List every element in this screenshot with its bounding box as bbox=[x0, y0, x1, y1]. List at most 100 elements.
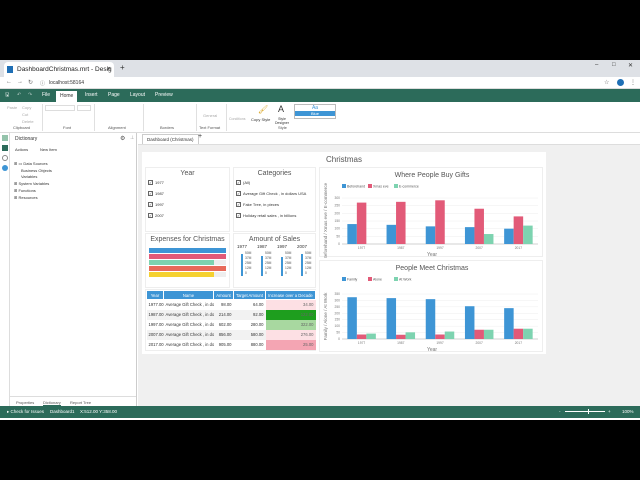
font-name-select[interactable] bbox=[45, 105, 75, 111]
checkbox-checked-icon[interactable]: ✓ bbox=[148, 180, 153, 185]
checkbox-checked-icon[interactable]: ✓ bbox=[148, 202, 153, 207]
tab-title: DashboardChristmas.mrt - Desig bbox=[17, 66, 112, 73]
style-designer-button[interactable]: Style Designer bbox=[274, 117, 290, 125]
checkbox-checked-icon[interactable]: ✓ bbox=[236, 191, 241, 196]
zoom-out-icon[interactable]: - bbox=[559, 409, 561, 414]
menu-icon[interactable]: ⋮ bbox=[630, 79, 636, 86]
filter-item[interactable]: ✓ Holiday retail sales , in billions bbox=[236, 210, 315, 221]
delete-button[interactable]: Delete bbox=[22, 119, 34, 124]
close-window-icon[interactable]: ✕ bbox=[628, 62, 633, 69]
tree-item[interactable]: Variables bbox=[14, 174, 52, 181]
copy-style-icon: 🖌 bbox=[258, 105, 269, 114]
checkbox-checked-icon[interactable]: ✓ bbox=[148, 191, 153, 196]
reload-icon[interactable]: ↻ bbox=[28, 79, 33, 86]
actions-menu[interactable]: Actions bbox=[15, 147, 28, 152]
column-header[interactable]: Increase over a Decade bbox=[265, 290, 316, 300]
tab-file[interactable]: File bbox=[42, 92, 50, 98]
text-format-select[interactable]: General bbox=[203, 113, 217, 118]
url-input[interactable]: localhost:58164 bbox=[49, 80, 84, 86]
tab-preview[interactable]: Preview bbox=[155, 92, 173, 98]
zoom-in-icon[interactable]: + bbox=[608, 409, 611, 414]
add-page-icon[interactable]: + bbox=[198, 133, 202, 140]
paste-button[interactable]: Paste bbox=[7, 105, 17, 110]
copy-button[interactable]: Copy bbox=[22, 105, 31, 110]
tab-page[interactable]: Page bbox=[108, 92, 120, 98]
bar bbox=[474, 329, 484, 339]
legend-label: Xmas eve bbox=[373, 185, 389, 189]
font-size-select[interactable] bbox=[77, 105, 91, 111]
column-header[interactable]: Amount bbox=[213, 290, 234, 300]
bar bbox=[396, 334, 406, 339]
table-cell: 1987.00 bbox=[146, 309, 164, 320]
gear-icon[interactable]: ⚙ bbox=[120, 135, 125, 142]
tab-layout[interactable]: Layout bbox=[130, 92, 145, 98]
browser-tab[interactable]: DashboardChristmas.mrt - Desig ✕ bbox=[4, 62, 114, 77]
back-icon[interactable]: ← bbox=[6, 79, 12, 85]
status-bar: ▸ Check for Issues Dashboard1 X:512.00 Y… bbox=[0, 406, 640, 418]
undo-icon[interactable]: ↶ bbox=[17, 92, 21, 98]
copy-style-button[interactable]: Copy Style bbox=[251, 117, 270, 122]
bookmark-star-icon[interactable]: ☆ bbox=[604, 79, 609, 86]
pin-icon[interactable]: ⊥ bbox=[130, 135, 134, 141]
chart-icon[interactable] bbox=[2, 145, 8, 151]
filter-item[interactable]: ✓ 2007 bbox=[148, 210, 229, 221]
minimize-icon[interactable]: – bbox=[595, 62, 598, 68]
column-header[interactable]: Year bbox=[146, 290, 164, 300]
tree-item[interactable]: Business Objects bbox=[14, 168, 52, 175]
checkbox-checked-icon[interactable]: ✓ bbox=[148, 213, 153, 218]
x-tick-label: 2007 bbox=[476, 246, 484, 250]
bar bbox=[513, 328, 524, 339]
column-header[interactable]: Target Amount bbox=[233, 290, 266, 300]
zoom-level: 100% bbox=[622, 409, 634, 414]
close-tab-icon[interactable]: ✕ bbox=[107, 66, 111, 72]
dashboard-tab[interactable]: Dashboard (Christmas) bbox=[142, 134, 199, 144]
new-item-button[interactable]: New Item bbox=[40, 147, 57, 152]
conditions-button[interactable]: Conditions bbox=[229, 117, 246, 121]
style-designer-icon: A bbox=[278, 104, 285, 114]
expenses-title: Expenses for Christmas bbox=[150, 236, 225, 243]
tab-home[interactable]: Home bbox=[56, 91, 78, 102]
forward-icon[interactable]: → bbox=[17, 79, 23, 85]
tree-item[interactable]: ⊞ ▭ Data Sources bbox=[14, 161, 52, 168]
tab-properties[interactable]: Properties bbox=[16, 400, 34, 405]
tab-insert[interactable]: Insert bbox=[85, 92, 98, 98]
filter-item[interactable]: ✓ 1997 bbox=[148, 199, 229, 210]
filter-item[interactable]: ✓ (All) bbox=[236, 177, 315, 188]
bar bbox=[504, 308, 514, 339]
tree-item[interactable]: ⊞ Functions bbox=[14, 188, 52, 195]
table-cell: 276.00 bbox=[265, 329, 316, 340]
group-text-format-label: Text Format bbox=[199, 125, 221, 130]
gauge-tick: 0 bbox=[285, 271, 287, 275]
checkbox-checked-icon[interactable]: ✓ bbox=[236, 180, 241, 185]
tree-item[interactable]: ⊞ System Variables bbox=[14, 181, 52, 188]
profile-icon[interactable] bbox=[617, 79, 624, 86]
tree-item[interactable]: ⊞ Resources bbox=[14, 195, 52, 202]
y-tick-label: 350 bbox=[334, 292, 340, 296]
filter-item[interactable]: ✓ Average Gift Check , in dollars USA bbox=[236, 188, 315, 199]
zoom-slider[interactable] bbox=[565, 411, 605, 412]
save-icon[interactable]: 🖫 bbox=[5, 92, 9, 100]
x-tick-label: 1987 bbox=[397, 246, 405, 250]
check-issues-button[interactable]: ▸ Check for Issues bbox=[7, 409, 44, 415]
cut-button[interactable]: Cut bbox=[22, 112, 28, 117]
checkbox-checked-icon[interactable]: ✓ bbox=[236, 213, 241, 218]
tab-report-tree[interactable]: Report Tree bbox=[70, 400, 91, 405]
style-gallery-item[interactable]: Aa Blue bbox=[294, 104, 336, 119]
zoom-slider-thumb[interactable] bbox=[588, 409, 589, 414]
column-header[interactable]: Name bbox=[163, 290, 214, 300]
filter-item[interactable]: ✓ Fake Tree, in pieces bbox=[236, 199, 315, 210]
checkbox-checked-icon[interactable]: ✓ bbox=[236, 202, 241, 207]
gauge-icon[interactable] bbox=[2, 155, 8, 161]
bar bbox=[405, 332, 416, 339]
y-tick-label: 300 bbox=[334, 196, 340, 200]
new-tab-icon[interactable]: + bbox=[120, 63, 125, 72]
filter-item[interactable]: ✓ 1977 bbox=[148, 177, 229, 188]
toolbox-icon[interactable] bbox=[2, 135, 8, 141]
redo-icon[interactable]: ↷ bbox=[28, 92, 32, 98]
filter-item[interactable]: ✓ 1987 bbox=[148, 188, 229, 199]
maximize-icon[interactable]: □ bbox=[612, 62, 616, 68]
chart-people-meet-christmas: People Meet Christmas Family Alone At Work 0… bbox=[319, 260, 543, 353]
map-icon[interactable] bbox=[2, 165, 8, 171]
bar bbox=[356, 334, 367, 339]
y-tick-label: 0 bbox=[338, 242, 340, 246]
